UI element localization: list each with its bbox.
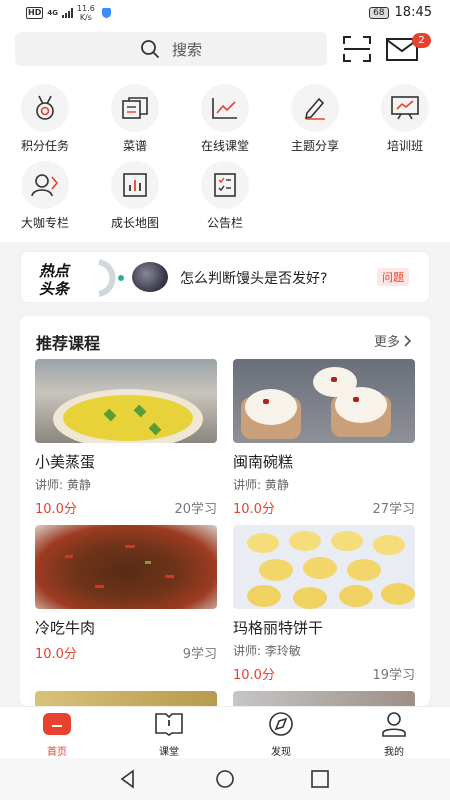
course-name: 小美蒸蛋: [35, 453, 96, 471]
course-image-partial: [233, 691, 415, 706]
course-card[interactable]: 玛格丽特饼干 讲师: 李玲敏 10.0分 19学习: [233, 525, 415, 683]
notice-icon: [214, 173, 236, 197]
tab-label: 发现: [271, 747, 291, 758]
course-score: 10.0分: [35, 502, 77, 517]
course-name: 闽南碗糕: [233, 453, 294, 471]
net-speed-value: 11.6: [76, 4, 95, 13]
tab-classroom[interactable]: 课堂: [129, 711, 209, 758]
course-learners: 20学习: [174, 502, 217, 517]
bottom-tab-bar: 首页 课堂 发现 我的: [0, 706, 450, 758]
course-image: [233, 525, 415, 609]
course-lecturer: 讲师: 黄静: [35, 478, 91, 492]
shield-icon: [101, 8, 111, 18]
search-icon: [141, 40, 159, 58]
course-name: 玛格丽特饼干: [233, 619, 324, 637]
user-icon: [382, 712, 406, 737]
menu-label: 成长地图: [110, 216, 159, 230]
course-name: 冷吃牛肉: [35, 619, 96, 637]
chart-icon: [212, 98, 237, 119]
course-lecturer: 讲师: 李玲敏: [233, 644, 301, 658]
search-bar[interactable]: 搜索: [15, 32, 327, 66]
course-score: 10.0分: [233, 502, 275, 517]
net-speed-unit: K/s: [79, 13, 92, 22]
status-right: 68 18:45: [369, 5, 432, 20]
net-speed: 11.6 K/s: [77, 4, 95, 22]
message-badge: 2: [412, 33, 431, 48]
system-nav-bar: [0, 758, 450, 800]
menu-item-expert-column[interactable]: 大咖专栏: [0, 161, 90, 231]
section-title: 推荐课程: [36, 334, 101, 353]
status-bar: HD 4G 11.6 K/s 68 18:45: [0, 0, 450, 26]
course-card[interactable]: 闽南碗糕 讲师: 黄静 10.0分 27学习: [233, 359, 415, 517]
course-image-partial: [35, 691, 217, 706]
gauge-icon: [97, 259, 124, 297]
menu-label: 主题分享: [290, 139, 339, 153]
menu-item-growth-map[interactable]: 成长地图: [90, 161, 180, 231]
course-image: [233, 359, 415, 443]
chevron-right-icon: [404, 334, 412, 347]
recommended-courses: 推荐课程 更多 小美蒸蛋 讲师: 黄静 10.0分 20学习 闽南碗糕 讲师: 黄…: [20, 316, 430, 706]
board-icon: [391, 96, 419, 120]
search-placeholder: 搜索: [171, 40, 202, 59]
hd-indicator: HD: [26, 7, 44, 19]
course-card[interactable]: 冷吃牛肉 10.0分 9学习: [35, 525, 217, 662]
hot-headline-logo: 热点 头条: [39, 260, 99, 298]
hot-question: 怎么判断馒头是否发好?: [180, 271, 328, 287]
menu-item-points-task[interactable]: 积分任务: [0, 84, 90, 154]
recents-icon[interactable]: [307, 766, 333, 792]
battery-icon: 68: [369, 6, 389, 19]
course-lecturer: 讲师: 黄静: [233, 478, 289, 492]
more-link[interactable]: 更多: [374, 331, 412, 350]
medal-icon: [36, 95, 54, 120]
menu-item-online-class[interactable]: 在线课堂: [180, 84, 270, 154]
status-left: HD 4G 11.6 K/s: [26, 4, 111, 22]
menu-label: 公告栏: [206, 216, 243, 230]
course-image: [35, 359, 217, 443]
course-learners: 27学习: [372, 502, 415, 517]
course-card[interactable]: 小美蒸蛋 讲师: 黄静 10.0分 20学习: [35, 359, 217, 517]
tab-discover[interactable]: 发现: [241, 711, 321, 758]
pen-icon: [304, 97, 325, 120]
logo-line-2: 头条: [39, 280, 70, 298]
menu-label: 积分任务: [20, 139, 69, 153]
menu-item-training[interactable]: 培训班: [360, 84, 450, 154]
course-score: 10.0分: [35, 647, 77, 662]
course-image: [35, 525, 217, 609]
tab-label: 我的: [384, 747, 404, 758]
tab-profile[interactable]: 我的: [354, 711, 434, 758]
home-circle-icon[interactable]: [212, 766, 238, 792]
menu-item-notice-board[interactable]: 公告栏: [180, 161, 270, 231]
tab-label: 首页: [47, 747, 67, 758]
menu-item-recipes[interactable]: 菜谱: [90, 84, 180, 154]
book-open-icon: [155, 713, 183, 736]
feature-menu: 积分任务 菜谱 在线课堂 主题分享 培训班 大咖专栏 成长地图 公告栏: [0, 72, 450, 242]
signal-icon: [61, 8, 73, 18]
tab-home[interactable]: 首页: [17, 711, 97, 758]
menu-label: 在线课堂: [200, 139, 249, 153]
bar-chart-icon: [123, 173, 147, 197]
scan-icon[interactable]: [343, 36, 371, 62]
home-icon: [43, 713, 71, 735]
hot-headline-banner[interactable]: 热点 头条 怎么判断馒头是否发好? 问题: [20, 251, 430, 303]
course-learners: 19学习: [372, 668, 415, 683]
course-learners: 9学习: [182, 647, 217, 662]
network-type: 4G: [47, 9, 58, 17]
clock: 18:45: [394, 5, 432, 20]
menu-item-topic-share[interactable]: 主题分享: [270, 84, 360, 154]
menu-label: 培训班: [386, 139, 423, 153]
question-thumbnail: [132, 262, 168, 292]
course-score: 10.0分: [233, 668, 275, 683]
question-tag: 问题: [377, 268, 409, 286]
back-icon[interactable]: [115, 766, 141, 792]
menu-label: 大咖专栏: [20, 216, 69, 230]
more-label: 更多: [373, 335, 400, 350]
book-icon: [122, 97, 148, 119]
top-bar: 搜索 2: [0, 26, 450, 72]
menu-label: 菜谱: [122, 139, 147, 153]
tab-label: 课堂: [159, 747, 179, 758]
compass-icon: [269, 712, 293, 736]
expert-icon: [31, 174, 59, 197]
